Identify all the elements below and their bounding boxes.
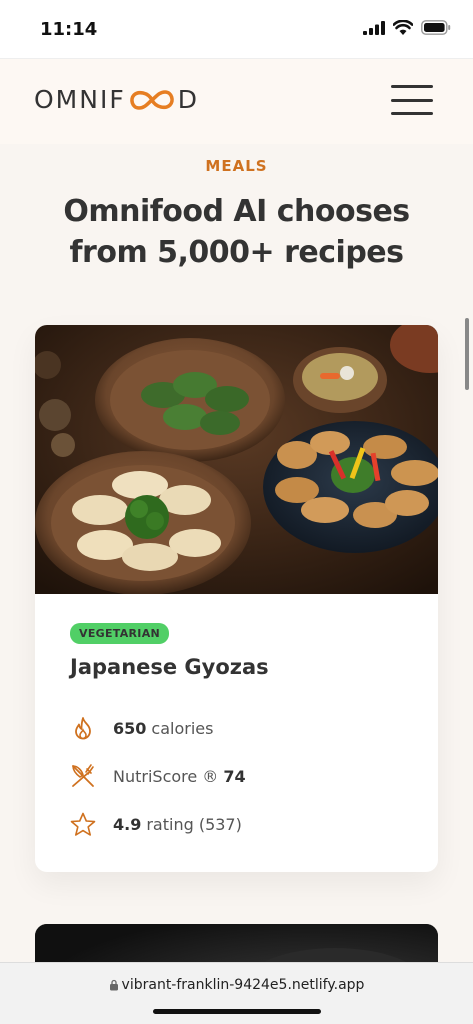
- nutriscore-value: 74: [223, 766, 246, 786]
- menu-line: [391, 112, 433, 115]
- star-icon: [70, 811, 96, 837]
- status-icons: [363, 20, 451, 35]
- logo-infinity-icon: [129, 89, 174, 110]
- meal-image: [35, 325, 438, 594]
- battery-icon: [421, 20, 451, 35]
- scrollbar-thumb[interactable]: [465, 318, 469, 390]
- logo-text-left: OMNIF: [34, 85, 126, 114]
- meal-attribute-nutriscore: NutriScore ® 74: [70, 763, 246, 789]
- calories-label: calories: [151, 718, 214, 738]
- menu-line: [391, 85, 433, 88]
- meal-card-next[interactable]: [35, 924, 438, 964]
- status-time: 11:14: [40, 19, 98, 40]
- site-header: OMNIF D: [0, 58, 473, 144]
- meal-card[interactable]: VEGETARIAN Japanese Gyozas 650 calories: [35, 325, 438, 872]
- menu-line: [391, 98, 433, 102]
- home-indicator: [153, 1009, 321, 1014]
- url-display[interactable]: vibrant-franklin-9424e5.netlify.app: [0, 977, 473, 993]
- vegetarian-tag: VEGETARIAN: [70, 623, 170, 644]
- browser-url-bar[interactable]: vibrant-franklin-9424e5.netlify.app: [0, 962, 473, 1024]
- meal-title: Japanese Gyozas: [70, 655, 269, 679]
- utensils-icon: [70, 763, 96, 789]
- lock-icon: [109, 979, 118, 991]
- menu-button[interactable]: [391, 85, 433, 115]
- signal-icon: [363, 20, 385, 35]
- meal-attribute-rating: 4.9 rating (537): [70, 811, 242, 837]
- section-heading: Omnifood AI chooses from 5,000+ recipes: [63, 194, 410, 270]
- omnifood-logo[interactable]: OMNIF D: [34, 85, 199, 114]
- meals-section: MEALS Omnifood AI chooses from 5,000+ re…: [0, 144, 473, 964]
- rating-label: rating (537): [146, 814, 242, 834]
- section-subheading: MEALS: [205, 157, 268, 175]
- wifi-icon: [393, 20, 413, 35]
- logo-text-right: D: [177, 85, 199, 114]
- rating-value: 4.9: [113, 814, 142, 834]
- calories-value: 650: [113, 718, 147, 738]
- flame-icon: [70, 715, 96, 741]
- meal-attribute-calories: 650 calories: [70, 715, 213, 741]
- url-text: vibrant-franklin-9424e5.netlify.app: [121, 977, 365, 993]
- status-bar: 11:14: [0, 0, 473, 58]
- meal-image-next: [35, 924, 438, 964]
- nutriscore-label: NutriScore ®: [113, 766, 219, 786]
